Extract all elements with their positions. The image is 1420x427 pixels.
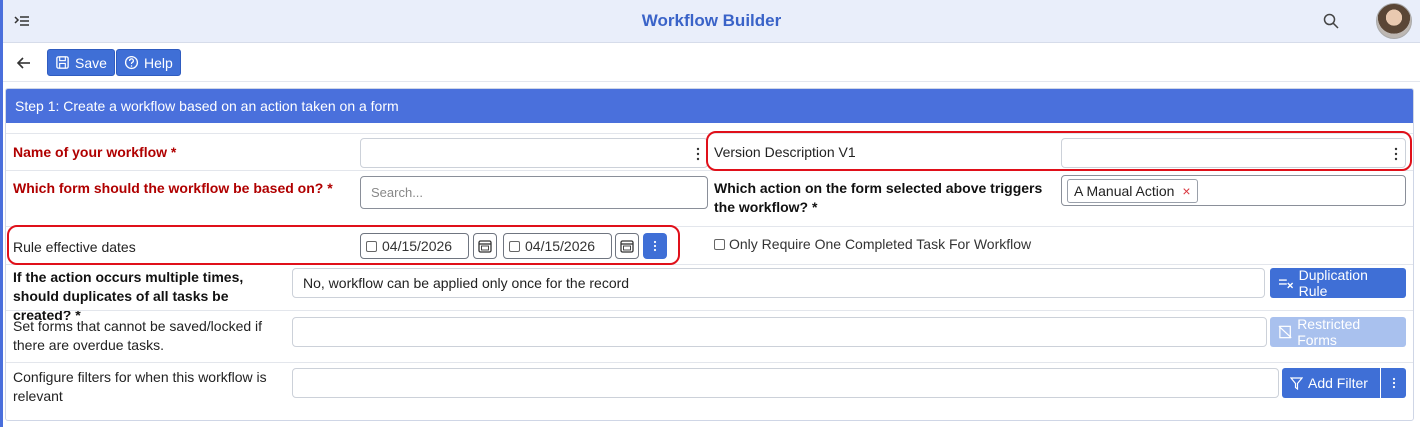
form-search-placeholder: Search... [371, 185, 424, 200]
help-button[interactable]: Help [116, 49, 181, 76]
start-date-input[interactable]: 04/15/2026 [360, 233, 469, 259]
step-panel: Step 1: Create a workflow based on an ac… [5, 88, 1414, 421]
effective-dates-label: Rule effective dates [13, 239, 136, 255]
user-avatar[interactable] [1376, 3, 1412, 39]
date-options-button[interactable] [643, 233, 667, 259]
add-filter-button[interactable]: Add Filter [1282, 368, 1380, 398]
row-effective-dates: Rule effective dates 04/15/2026 04/15/20… [6, 226, 1413, 264]
row-workflow-name: Name of your workflow * Version Descript… [6, 133, 1413, 170]
workflow-name-input[interactable] [360, 138, 708, 168]
arrow-left-icon[interactable] [15, 54, 33, 72]
duplicates-value: No, workflow can be applied only once fo… [303, 275, 630, 291]
duplication-rule-label: Duplication Rule [1298, 267, 1368, 299]
restricted-forms-button[interactable]: Restricted Forms [1270, 316, 1406, 348]
start-date-value: 04/15/2026 [382, 238, 453, 254]
kebab-icon[interactable] [696, 147, 700, 161]
help-icon [124, 55, 139, 70]
kebab-icon[interactable] [1394, 147, 1398, 161]
trigger-action-label: Which action on the form selected above … [714, 180, 1043, 215]
search-icon[interactable] [1322, 12, 1340, 30]
restricted-input[interactable] [292, 317, 1267, 347]
end-date-input[interactable]: 04/15/2026 [503, 233, 612, 259]
filter-icon [1290, 376, 1303, 390]
calendar-icon[interactable] [615, 233, 639, 259]
one-completed-task-option[interactable]: Only Require One Completed Task For Work… [714, 236, 1031, 252]
restricted-forms-icon [1278, 325, 1292, 339]
trigger-action-input[interactable]: A Manual Action × [1061, 175, 1406, 206]
app-title: Workflow Builder [641, 11, 782, 30]
close-icon[interactable]: × [1182, 183, 1190, 199]
step-title: Step 1: Create a workflow based on an ac… [6, 89, 1413, 123]
filters-input[interactable] [292, 368, 1279, 398]
trigger-action-chip-label: A Manual Action [1074, 182, 1175, 199]
kebab-icon [653, 240, 657, 252]
trigger-action-chip[interactable]: A Manual Action × [1067, 178, 1198, 203]
save-button-label: Save [75, 54, 107, 71]
row-duplicates: If the action occurs multiple times, sho… [6, 264, 1413, 323]
duplication-rule-button[interactable]: Duplication Rule [1270, 267, 1406, 299]
filters-label: Configure filters for when this workflow… [13, 369, 267, 404]
restricted-forms-label: Restricted Forms [1297, 316, 1361, 348]
start-date-checkbox[interactable] [366, 240, 377, 252]
add-filter-label: Add Filter [1308, 375, 1368, 391]
based-on-form-label: Which form should the workflow be based … [13, 180, 333, 196]
version-description-input[interactable] [1061, 138, 1406, 168]
form-search-input[interactable]: Search... [360, 176, 708, 209]
kebab-icon [1392, 377, 1395, 389]
save-icon [56, 56, 69, 69]
save-button[interactable]: Save [47, 49, 115, 76]
row-restricted-forms: Set forms that cannot be saved/locked if… [6, 310, 1413, 362]
row-form-trigger: Which form should the workflow be based … [6, 170, 1413, 226]
help-button-label: Help [144, 54, 173, 71]
duplication-rule-icon [1278, 279, 1294, 289]
toolbar: Save Help [3, 44, 1420, 82]
app-header: Workflow Builder [3, 0, 1420, 43]
row-filters: Configure filters for when this workflow… [6, 362, 1413, 420]
end-date-checkbox[interactable] [509, 240, 520, 252]
filter-options-button[interactable] [1381, 368, 1406, 398]
end-date-value: 04/15/2026 [525, 238, 596, 254]
workflow-name-label: Name of your workflow * [13, 144, 177, 160]
one-completed-task-label: Only Require One Completed Task For Work… [729, 236, 1032, 252]
restricted-label: Set forms that cannot be saved/locked if… [13, 318, 263, 353]
calendar-icon[interactable] [473, 233, 497, 259]
one-completed-task-checkbox[interactable] [714, 238, 725, 250]
duplicates-input[interactable]: No, workflow can be applied only once fo… [292, 268, 1265, 298]
version-description-label: Version Description V1 [714, 144, 856, 160]
